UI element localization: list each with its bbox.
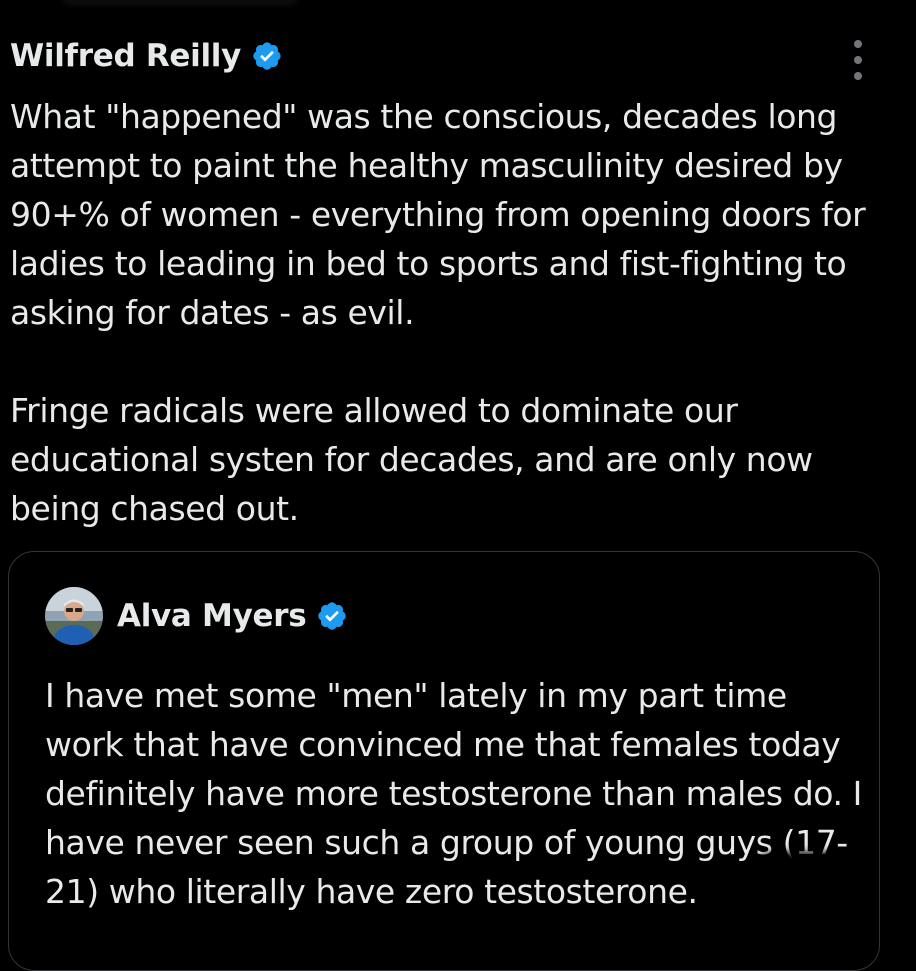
tweet-paragraph: What "happened" was the conscious, decad…	[10, 97, 866, 332]
author-name[interactable]: Wilfred Reilly	[10, 38, 241, 74]
tweet-text: What "happened" was the conscious, decad…	[10, 92, 890, 533]
redacted-timestamp	[755, 858, 853, 906]
quoted-tweet-text: I have met some "men" lately in my part …	[45, 676, 862, 911]
cropped-previous-text	[60, 0, 300, 6]
redacted-handle	[361, 582, 699, 648]
tweet-header: Wilfred Reilly	[10, 34, 283, 78]
redacted-handle	[292, 30, 858, 82]
verified-badge-icon	[251, 40, 283, 72]
tweet-paragraph: Fringe radicals were allowed to dominate…	[10, 391, 813, 528]
more-options-icon[interactable]	[852, 40, 864, 80]
quoted-tweet-card[interactable]: Alva Myers I have met some "men" lately …	[8, 551, 880, 971]
verified-badge-icon	[316, 600, 348, 632]
quoted-tweet-header: Alva Myers	[45, 586, 348, 646]
quoted-author-name[interactable]: Alva Myers	[117, 598, 307, 634]
avatar[interactable]	[45, 587, 103, 645]
